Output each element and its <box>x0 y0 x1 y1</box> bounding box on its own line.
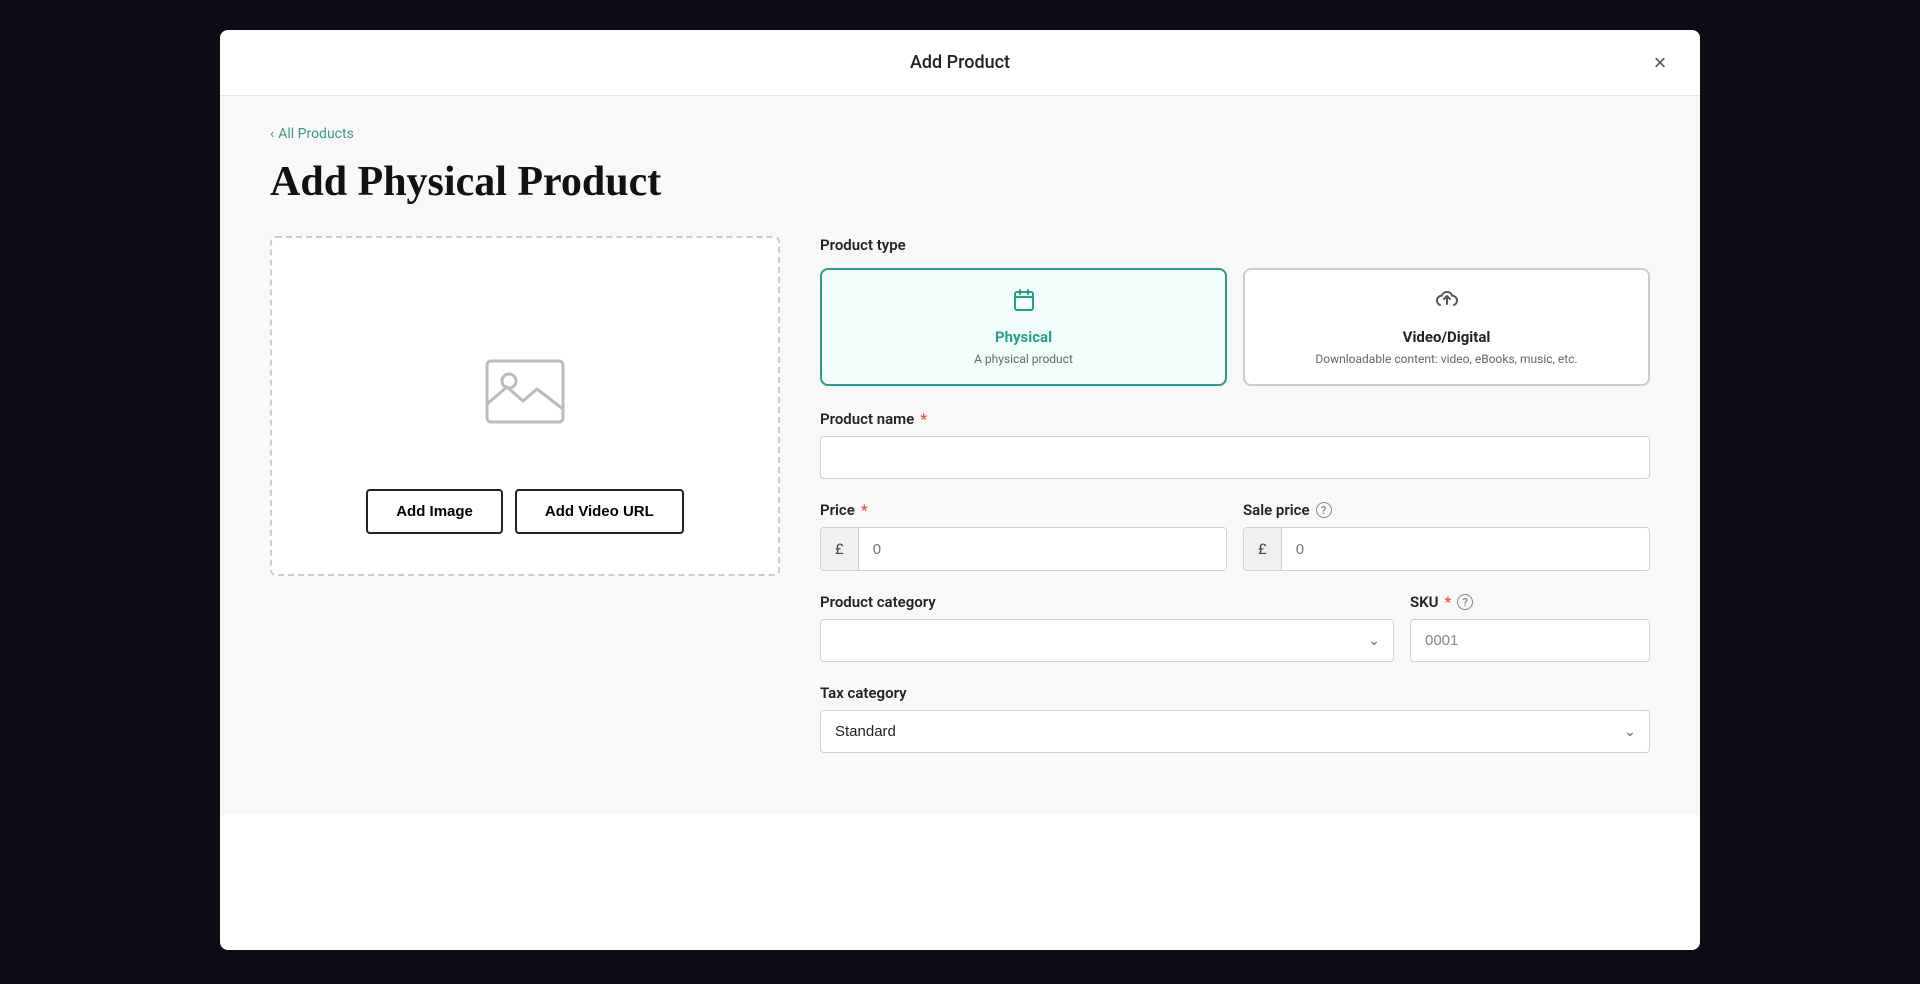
category-group: Product category ⌄ <box>820 593 1394 662</box>
digital-icon <box>1435 288 1459 318</box>
add-image-button[interactable]: Add Image <box>366 489 503 534</box>
sale-price-input[interactable] <box>1282 528 1649 570</box>
sale-price-label: Sale price ? <box>1243 501 1650 519</box>
digital-option-title: Video/Digital <box>1403 328 1491 346</box>
image-upload-area[interactable]: Add Image Add Video URL <box>270 236 780 576</box>
price-required: * <box>861 501 868 519</box>
image-buttons: Add Image Add Video URL <box>366 489 684 534</box>
right-panel: Product type <box>820 236 1650 775</box>
digital-option-subtitle: Downloadable content: video, eBooks, mus… <box>1315 352 1577 366</box>
product-name-input[interactable] <box>820 436 1650 479</box>
type-option-physical[interactable]: Physical A physical product <box>820 268 1227 386</box>
sku-input[interactable] <box>1410 619 1650 662</box>
tax-category-group: Tax category Standard ⌄ <box>820 684 1650 753</box>
modal-header: Add Product × <box>220 30 1700 96</box>
breadcrumb-label: All Products <box>278 126 354 142</box>
tax-category-select[interactable]: Standard <box>820 710 1650 753</box>
sale-price-help-icon[interactable]: ? <box>1316 502 1332 518</box>
product-type-options: Physical A physical product <box>820 268 1650 386</box>
type-option-digital[interactable]: Video/Digital Downloadable content: vide… <box>1243 268 1650 386</box>
product-type-label: Product type <box>820 236 1650 254</box>
sku-label: SKU * ? <box>1410 593 1650 611</box>
modal-close-button[interactable]: × <box>1644 47 1676 79</box>
image-placeholder-icon <box>485 359 565 424</box>
price-input-wrapper: £ <box>820 527 1227 571</box>
category-select-wrapper: ⌄ <box>820 619 1394 662</box>
price-label: Price * <box>820 501 1227 519</box>
sku-required: * <box>1445 593 1452 611</box>
sale-price-input-wrapper: £ <box>1243 527 1650 571</box>
physical-icon <box>1012 288 1036 318</box>
physical-option-subtitle: A physical product <box>974 352 1073 366</box>
tax-category-label: Tax category <box>820 684 1650 702</box>
price-group: Price * £ <box>820 501 1227 571</box>
category-sku-row: Product category ⌄ SKU * <box>820 593 1650 662</box>
page-title: Add Physical Product <box>270 158 1650 206</box>
content-layout: Add Image Add Video URL Product type <box>270 236 1650 775</box>
product-name-required: * <box>920 410 927 428</box>
physical-option-title: Physical <box>995 328 1052 346</box>
price-input[interactable] <box>859 528 1226 570</box>
category-label: Product category <box>820 593 1394 611</box>
modal-overlay: Add Product × ‹ All Products Add Physica… <box>0 0 1920 984</box>
sku-group: SKU * ? <box>1410 593 1650 662</box>
sale-price-currency: £ <box>1244 528 1282 570</box>
sku-help-icon[interactable]: ? <box>1457 594 1473 610</box>
price-currency: £ <box>821 528 859 570</box>
product-type-group: Product type <box>820 236 1650 386</box>
breadcrumb-arrow: ‹ <box>270 126 274 142</box>
breadcrumb[interactable]: ‹ All Products <box>270 126 1650 142</box>
category-select[interactable] <box>820 619 1394 662</box>
modal-body: ‹ All Products Add Physical Product Add … <box>220 96 1700 815</box>
tax-select-wrapper: Standard ⌄ <box>820 710 1650 753</box>
product-name-group: Product name * <box>820 410 1650 479</box>
add-product-modal: Add Product × ‹ All Products Add Physica… <box>220 30 1700 950</box>
add-video-url-button[interactable]: Add Video URL <box>515 489 684 534</box>
modal-title: Add Product <box>910 52 1010 73</box>
price-row: Price * £ Sale price ? <box>820 501 1650 571</box>
left-panel: Add Image Add Video URL <box>270 236 780 576</box>
sale-price-group: Sale price ? £ <box>1243 501 1650 571</box>
product-name-label: Product name * <box>820 410 1650 428</box>
